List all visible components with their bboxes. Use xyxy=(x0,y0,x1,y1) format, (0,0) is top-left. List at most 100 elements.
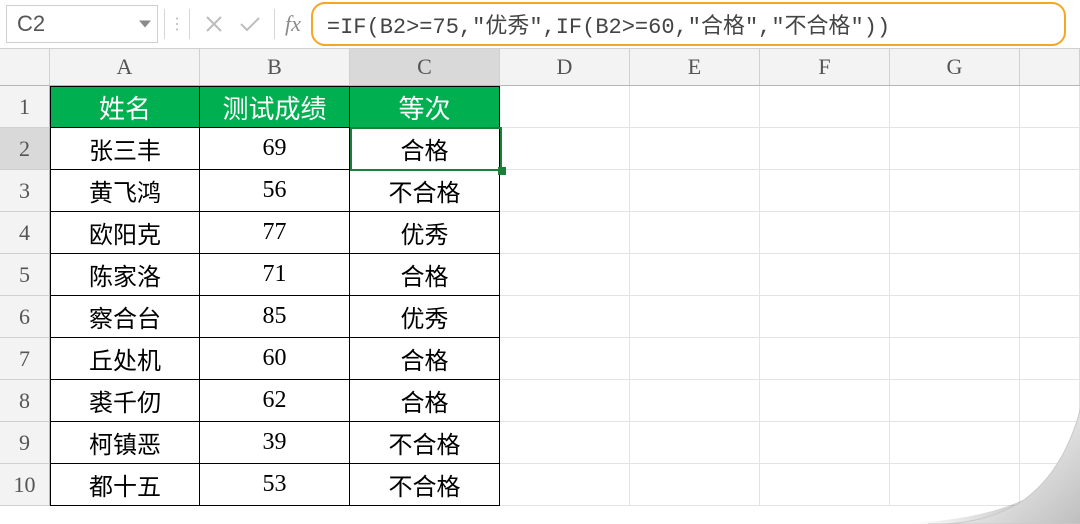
cell-F5[interactable] xyxy=(760,254,890,296)
cell-F1[interactable] xyxy=(760,86,890,128)
cell-C10[interactable]: 不合格 xyxy=(350,464,500,506)
column-header-F[interactable]: F xyxy=(760,49,890,85)
cell-F7[interactable] xyxy=(760,338,890,380)
cell-blank[interactable] xyxy=(1020,464,1080,506)
row-header-2[interactable]: 2 xyxy=(0,128,50,170)
cell-blank[interactable] xyxy=(1020,212,1080,254)
row-header-1[interactable]: 1 xyxy=(0,86,50,128)
cell-B1[interactable]: 测试成绩 xyxy=(200,86,350,128)
row-header-3[interactable]: 3 xyxy=(0,170,50,212)
row-header-5[interactable]: 5 xyxy=(0,254,50,296)
cell-B2[interactable]: 69 xyxy=(200,128,350,170)
cell-F4[interactable] xyxy=(760,212,890,254)
cell-B5[interactable]: 71 xyxy=(200,254,350,296)
cell-A8[interactable]: 裘千仞 xyxy=(50,380,200,422)
drag-handle-icon[interactable]: ⋮ xyxy=(171,14,183,34)
cell-D6[interactable] xyxy=(500,296,630,338)
row-header-10[interactable]: 10 xyxy=(0,464,50,506)
column-header-B[interactable]: B xyxy=(200,49,350,85)
cell-D8[interactable] xyxy=(500,380,630,422)
cell-blank[interactable] xyxy=(1020,338,1080,380)
cell-blank[interactable] xyxy=(1020,170,1080,212)
cell-D3[interactable] xyxy=(500,170,630,212)
cell-G2[interactable] xyxy=(890,128,1020,170)
row-header-9[interactable]: 9 xyxy=(0,422,50,464)
row-header-4[interactable]: 4 xyxy=(0,212,50,254)
cell-blank[interactable] xyxy=(1020,296,1080,338)
cell-C4[interactable]: 优秀 xyxy=(350,212,500,254)
row-header-8[interactable]: 8 xyxy=(0,380,50,422)
cell-C9[interactable]: 不合格 xyxy=(350,422,500,464)
cell-A3[interactable]: 黄飞鸿 xyxy=(50,170,200,212)
cell-blank[interactable] xyxy=(1020,128,1080,170)
cell-G3[interactable] xyxy=(890,170,1020,212)
cell-F10[interactable] xyxy=(760,464,890,506)
cell-E1[interactable] xyxy=(630,86,760,128)
column-header-E[interactable]: E xyxy=(630,49,760,85)
cell-A10[interactable]: 都十五 xyxy=(50,464,200,506)
cell-E9[interactable] xyxy=(630,422,760,464)
cell-A1[interactable]: 姓名 xyxy=(50,86,200,128)
cell-D4[interactable] xyxy=(500,212,630,254)
cell-D2[interactable] xyxy=(500,128,630,170)
fx-label[interactable]: fx xyxy=(281,11,311,37)
cell-D7[interactable] xyxy=(500,338,630,380)
cell-B6[interactable]: 85 xyxy=(200,296,350,338)
cell-E3[interactable] xyxy=(630,170,760,212)
cell-C3[interactable]: 不合格 xyxy=(350,170,500,212)
accept-formula-button[interactable] xyxy=(232,6,268,42)
cell-G4[interactable] xyxy=(890,212,1020,254)
cell-B9[interactable]: 39 xyxy=(200,422,350,464)
cell-C6[interactable]: 优秀 xyxy=(350,296,500,338)
row-header-6[interactable]: 6 xyxy=(0,296,50,338)
cell-blank[interactable] xyxy=(1020,254,1080,296)
cell-E8[interactable] xyxy=(630,380,760,422)
column-header-G[interactable]: G xyxy=(890,49,1020,85)
cell-E2[interactable] xyxy=(630,128,760,170)
cell-E4[interactable] xyxy=(630,212,760,254)
row-header-7[interactable]: 7 xyxy=(0,338,50,380)
column-header-A[interactable]: A xyxy=(50,49,200,85)
cell-C2[interactable]: 合格 xyxy=(350,128,500,170)
cell-D9[interactable] xyxy=(500,422,630,464)
cell-blank[interactable] xyxy=(1020,86,1080,128)
cell-D5[interactable] xyxy=(500,254,630,296)
cell-B3[interactable]: 56 xyxy=(200,170,350,212)
cell-G10[interactable] xyxy=(890,464,1020,506)
cell-blank[interactable] xyxy=(1020,422,1080,464)
cell-C5[interactable]: 合格 xyxy=(350,254,500,296)
cell-C8[interactable]: 合格 xyxy=(350,380,500,422)
cancel-formula-button[interactable] xyxy=(196,6,232,42)
cell-A9[interactable]: 柯镇恶 xyxy=(50,422,200,464)
cell-A7[interactable]: 丘处机 xyxy=(50,338,200,380)
cell-F2[interactable] xyxy=(760,128,890,170)
cell-C1[interactable]: 等次 xyxy=(350,86,500,128)
cell-E6[interactable] xyxy=(630,296,760,338)
column-header-D[interactable]: D xyxy=(500,49,630,85)
cell-G8[interactable] xyxy=(890,380,1020,422)
cell-A4[interactable]: 欧阳克 xyxy=(50,212,200,254)
cell-F3[interactable] xyxy=(760,170,890,212)
fill-handle[interactable] xyxy=(498,167,506,175)
cell-B10[interactable]: 53 xyxy=(200,464,350,506)
cell-B7[interactable]: 60 xyxy=(200,338,350,380)
cell-G1[interactable] xyxy=(890,86,1020,128)
cell-A5[interactable]: 陈家洛 xyxy=(50,254,200,296)
cell-B8[interactable]: 62 xyxy=(200,380,350,422)
cell-A2[interactable]: 张三丰 xyxy=(50,128,200,170)
cell-A6[interactable]: 察合台 xyxy=(50,296,200,338)
cell-G7[interactable] xyxy=(890,338,1020,380)
cell-blank[interactable] xyxy=(1020,380,1080,422)
cell-G6[interactable] xyxy=(890,296,1020,338)
cell-G9[interactable] xyxy=(890,422,1020,464)
cell-F9[interactable] xyxy=(760,422,890,464)
cell-B4[interactable]: 77 xyxy=(200,212,350,254)
cell-F6[interactable] xyxy=(760,296,890,338)
cell-G5[interactable] xyxy=(890,254,1020,296)
select-all-corner[interactable] xyxy=(0,49,50,85)
chevron-down-icon[interactable] xyxy=(139,21,151,28)
cell-D10[interactable] xyxy=(500,464,630,506)
cell-E7[interactable] xyxy=(630,338,760,380)
cell-F8[interactable] xyxy=(760,380,890,422)
name-box[interactable]: C2 xyxy=(6,5,158,43)
